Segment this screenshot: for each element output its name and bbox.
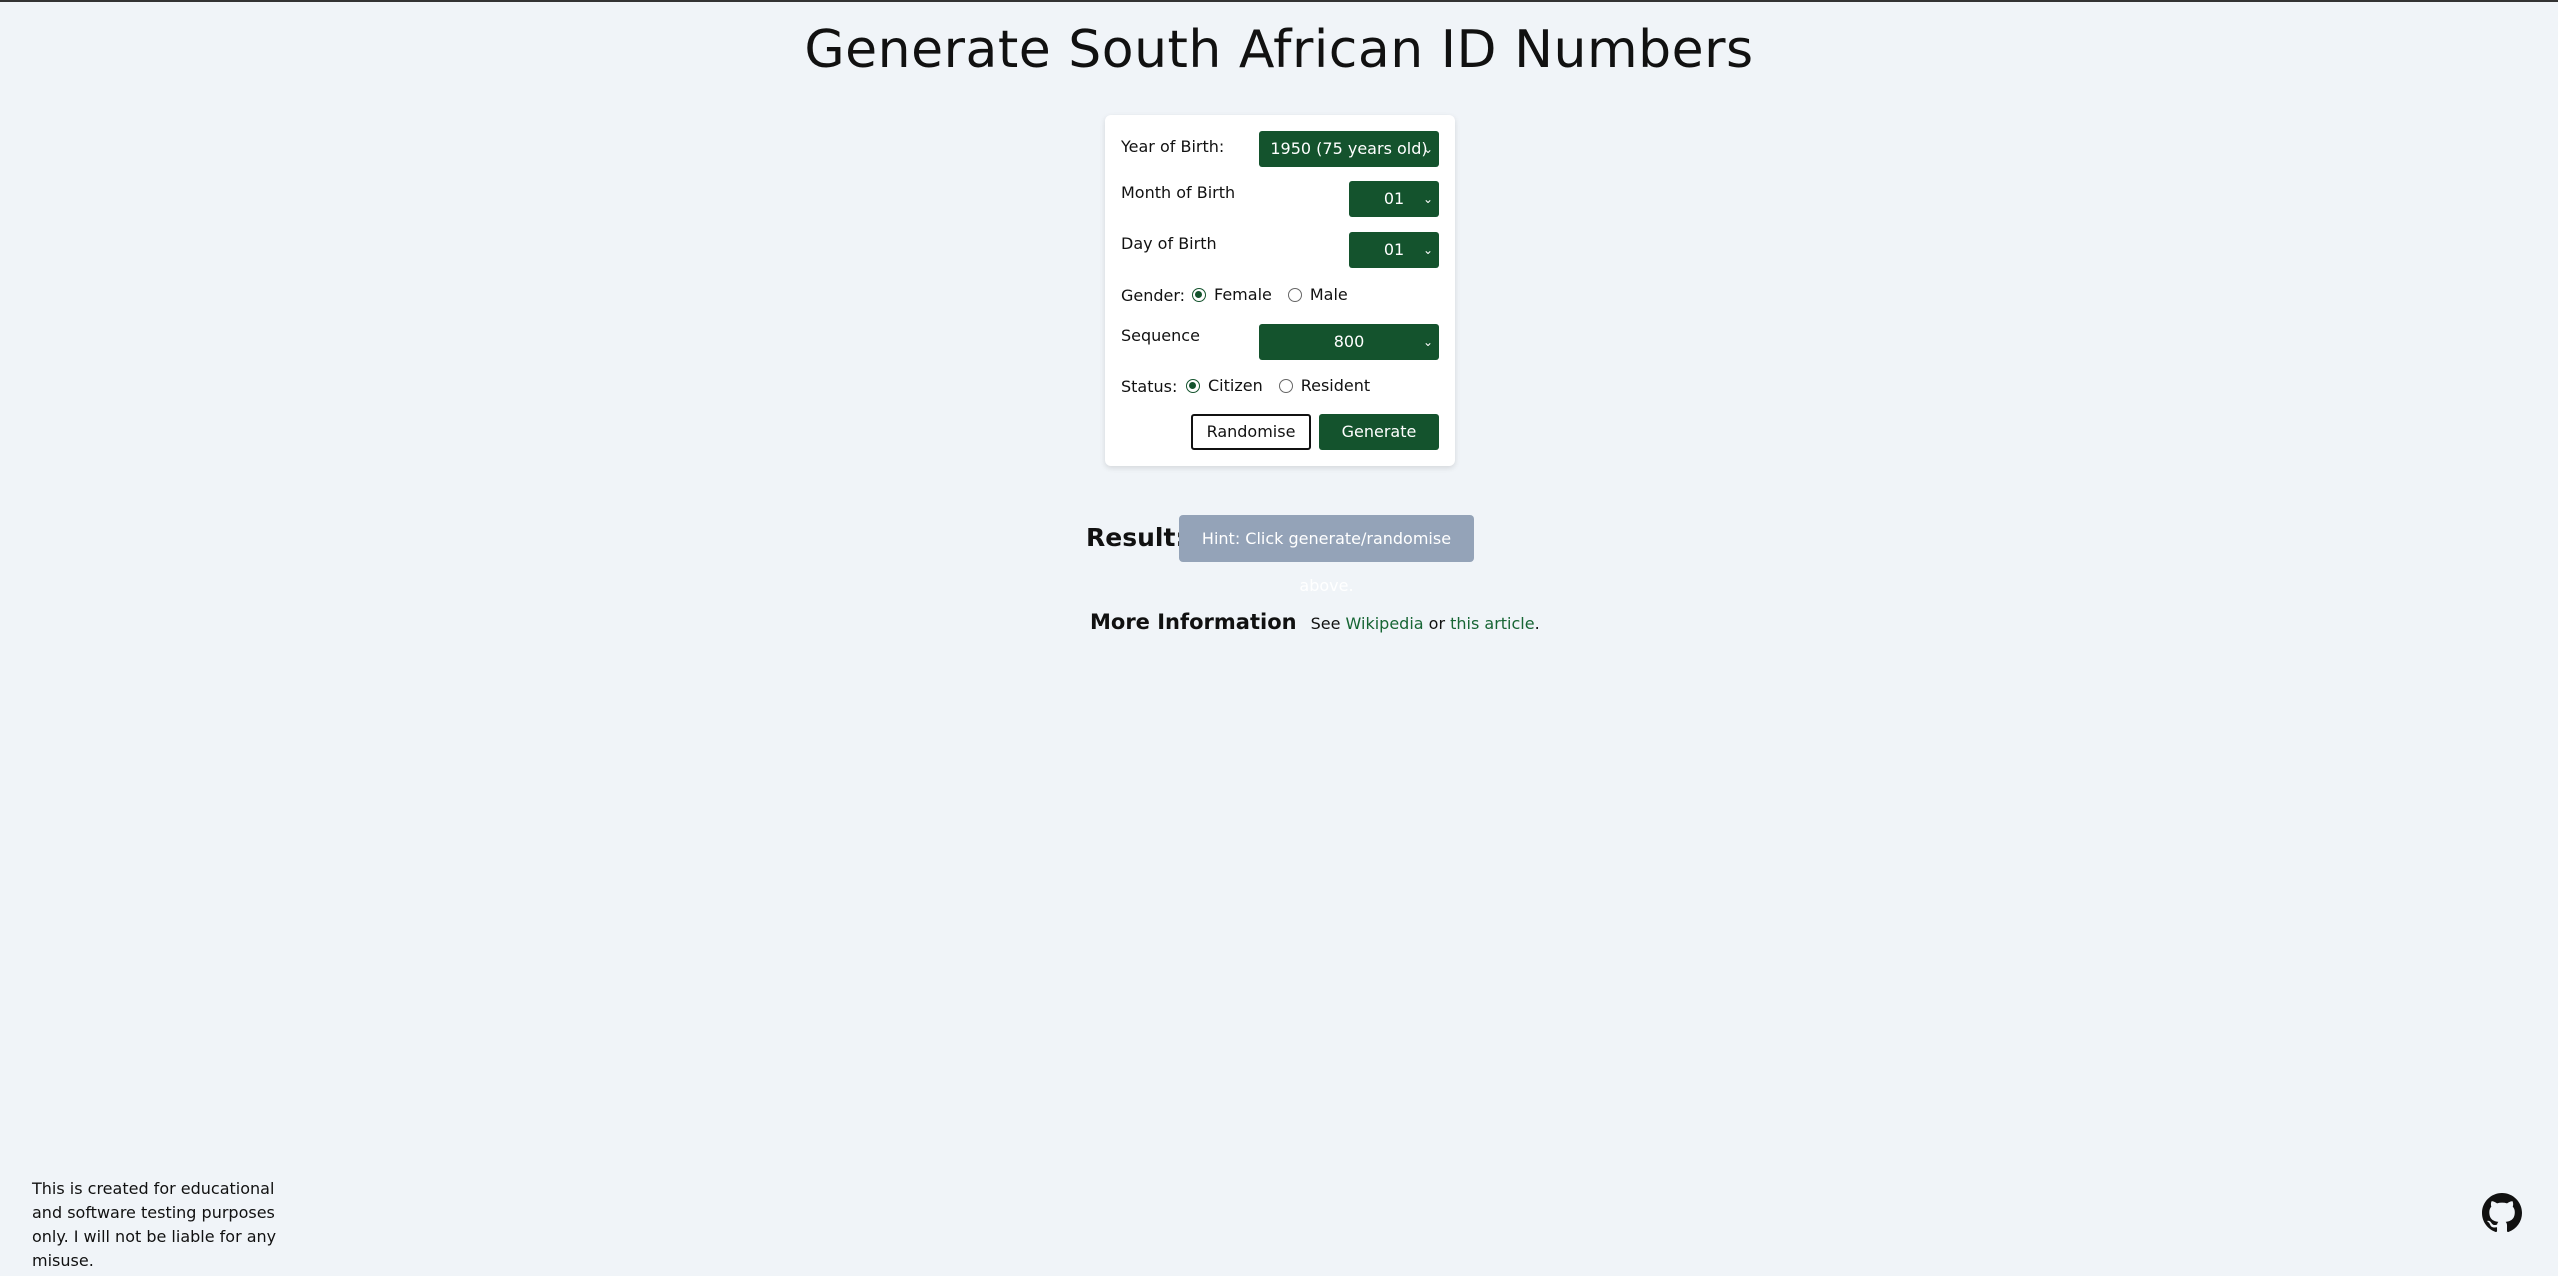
gender-radio-group: Female Male xyxy=(1192,285,1364,304)
status-option-citizen[interactable]: Citizen xyxy=(1186,376,1263,395)
year-of-birth-value: 1950 (75 years old) xyxy=(1270,139,1428,158)
citizen-label: Citizen xyxy=(1208,376,1263,395)
day-of-birth-value: 01 xyxy=(1383,240,1405,259)
id-generator-form: Year of Birth: 1950 (75 years old) ⌄ Mon… xyxy=(1105,115,1455,466)
sequence-select[interactable]: 800 ⌄ xyxy=(1259,324,1439,360)
day-of-birth-label: Day of Birth xyxy=(1121,234,1217,253)
more-information-section: More Information See Wikipedia or this a… xyxy=(1090,610,1540,634)
status-option-resident[interactable]: Resident xyxy=(1278,376,1371,395)
male-radio[interactable] xyxy=(1287,287,1302,302)
gender-option-male[interactable]: Male xyxy=(1287,285,1348,304)
more-information-heading: More Information xyxy=(1090,610,1297,634)
resident-label: Resident xyxy=(1300,376,1371,395)
wikipedia-link[interactable]: Wikipedia xyxy=(1346,614,1424,633)
generate-button[interactable]: Generate xyxy=(1319,414,1439,450)
result-hint-box: Hint: Click generate/randomise above. xyxy=(1179,515,1474,595)
randomise-button[interactable]: Randomise xyxy=(1191,414,1311,450)
year-of-birth-label: Year of Birth: xyxy=(1121,137,1225,156)
chevron-down-icon: ⌄ xyxy=(1422,142,1433,156)
result-label: Result: xyxy=(1086,523,1186,552)
page-title: Generate South African ID Numbers xyxy=(804,20,1754,80)
chevron-down-icon: ⌄ xyxy=(1422,192,1433,206)
more-info-prefix: See xyxy=(1310,614,1346,633)
github-icon[interactable] xyxy=(2482,1193,2522,1233)
month-of-birth-value: 01 xyxy=(1383,189,1405,208)
year-of-birth-select[interactable]: 1950 (75 years old) ⌄ xyxy=(1259,131,1439,167)
female-label: Female xyxy=(1214,285,1272,304)
male-label: Male xyxy=(1309,285,1348,304)
sequence-label: Sequence xyxy=(1121,326,1200,345)
chevron-down-icon: ⌄ xyxy=(1422,243,1433,257)
month-of-birth-label: Month of Birth xyxy=(1121,183,1236,202)
disclaimer-note: This is created for educational and soft… xyxy=(32,1179,277,1270)
month-of-birth-select[interactable]: 01 ⌄ xyxy=(1349,181,1439,217)
more-information-text: See Wikipedia or this article. xyxy=(1311,614,1540,633)
status-label: Status: xyxy=(1121,377,1178,396)
chevron-down-icon: ⌄ xyxy=(1422,335,1433,349)
status-radio-group: Citizen Resident xyxy=(1186,376,1386,395)
more-info-middle: or xyxy=(1423,614,1451,633)
day-of-birth-select[interactable]: 01 ⌄ xyxy=(1349,232,1439,268)
sequence-value: 800 xyxy=(1333,332,1365,351)
article-link[interactable]: this article xyxy=(1450,614,1534,633)
citizen-radio[interactable] xyxy=(1186,378,1200,393)
gender-label: Gender: xyxy=(1121,286,1186,305)
resident-radio[interactable] xyxy=(1278,378,1293,393)
more-info-suffix: . xyxy=(1534,614,1540,633)
gender-option-female[interactable]: Female xyxy=(1192,285,1272,304)
female-radio[interactable] xyxy=(1192,287,1206,302)
